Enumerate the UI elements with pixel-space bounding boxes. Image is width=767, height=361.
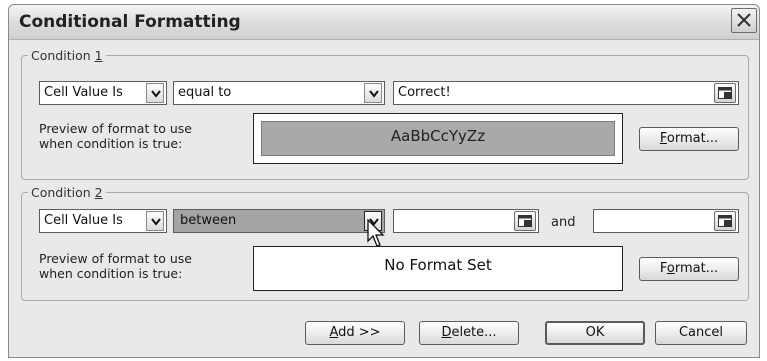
condition-1-operator-dropdown-button[interactable]: [364, 83, 382, 103]
ok-button[interactable]: OK: [545, 321, 645, 345]
chevron-down-icon: [151, 218, 161, 226]
dialog-title: Conditional Formatting: [19, 12, 241, 32]
chevron-down-icon: [369, 90, 379, 98]
condition-2-value2-range-button[interactable]: [714, 211, 736, 231]
condition-1-legend: Condition 1: [31, 48, 103, 63]
chevron-down-icon: [151, 90, 161, 98]
condition-2-type-value: Cell Value Is: [44, 213, 123, 228]
condition-1-type-select[interactable]: Cell Value Is: [39, 81, 167, 105]
condition-2-value1-range-button[interactable]: [514, 211, 536, 231]
condition-2-type-dropdown-button[interactable]: [146, 211, 164, 231]
condition-1-preview-label: Preview of format to use when condition …: [39, 121, 192, 151]
delete-button[interactable]: Delete...: [419, 321, 519, 345]
close-button[interactable]: [731, 8, 757, 33]
conditional-formatting-dialog: Conditional Formatting Condition 1 Cell …: [8, 4, 760, 358]
condition-1-value-input[interactable]: Correct!: [393, 81, 739, 105]
condition-1-value-text: Correct!: [398, 85, 451, 100]
condition-2-value1-input[interactable]: [393, 209, 539, 233]
close-icon: [737, 13, 751, 27]
condition-1-operator-select[interactable]: equal to: [173, 81, 385, 105]
condition-1-format-preview: AaBbCcYyZz: [253, 113, 623, 164]
condition-2-operator-select[interactable]: between: [173, 209, 385, 233]
condition-2-format-preview: No Format Set: [253, 246, 623, 291]
condition-2-and-label: and: [551, 215, 576, 230]
collapse-dialog-icon: [518, 215, 532, 227]
condition-2-preview-text: No Format Set: [384, 256, 492, 274]
collapse-dialog-icon: [718, 215, 732, 227]
condition-2-format-button[interactable]: Format...: [639, 257, 739, 281]
collapse-dialog-icon: [718, 87, 732, 99]
condition-2-type-select[interactable]: Cell Value Is: [39, 209, 167, 233]
condition-1-format-button[interactable]: Format...: [639, 127, 739, 151]
condition-2-operator-value: between: [176, 213, 241, 228]
condition-1-operator-value: equal to: [178, 85, 232, 100]
condition-2-legend: Condition 2: [31, 185, 103, 200]
condition-2-value2-input[interactable]: [593, 209, 739, 233]
mouse-cursor-icon: [367, 219, 385, 247]
condition-1-preview-sample: AaBbCcYyZz: [261, 121, 615, 156]
add-button[interactable]: Add >>: [305, 321, 405, 345]
condition-2-preview-label: Preview of format to use when condition …: [39, 251, 192, 281]
condition-1-type-dropdown-button[interactable]: [146, 83, 164, 103]
cancel-button[interactable]: Cancel: [655, 321, 747, 345]
condition-1-type-value: Cell Value Is: [44, 85, 123, 100]
condition-1-range-button[interactable]: [714, 83, 736, 103]
title-bar[interactable]: Conditional Formatting: [9, 5, 759, 40]
